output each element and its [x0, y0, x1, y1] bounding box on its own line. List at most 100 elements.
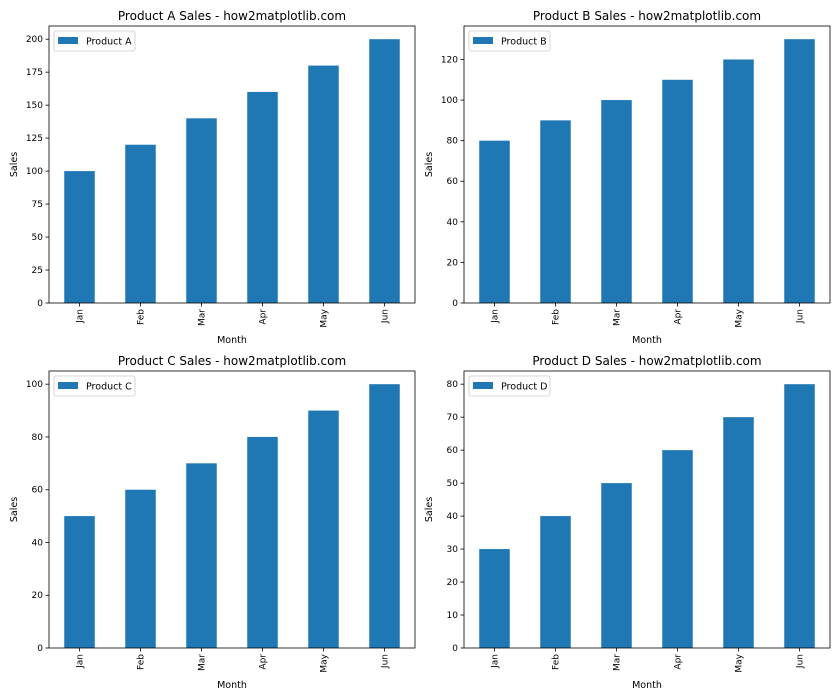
y-tick-label: 80 [447, 380, 459, 390]
y-tick-label: 0 [452, 299, 458, 309]
bar-jan [479, 140, 510, 303]
x-tick-label: Apr [259, 654, 269, 670]
y-tick-label: 20 [447, 578, 459, 588]
chart-title: Product B Sales - how2matplotlib.com [533, 9, 761, 23]
y-tick-label: 100 [26, 380, 43, 390]
bar-may [723, 417, 754, 648]
y-tick-label: 50 [447, 479, 459, 489]
bar-apr [662, 450, 693, 648]
subplot-c: 0 20 40 60 80 100 Jan Feb Mar Apr May Jun Product C … [9, 354, 416, 691]
bar-mar [601, 483, 632, 648]
legend-swatch [473, 382, 493, 389]
chart-title: Product C Sales - how2matplotlib.com [118, 354, 346, 368]
y-tick-label: 70 [447, 413, 459, 423]
axes-frame [463, 370, 831, 649]
bar-may [308, 65, 339, 303]
bar-jan [64, 171, 95, 303]
x-tick-label: Apr [674, 309, 684, 325]
chart-title: Product A Sales - how2matplotlib.com [118, 9, 346, 23]
x-tick-label: Mar [198, 309, 208, 326]
y-tick-label: 10 [447, 611, 459, 621]
y-tick-label: 80 [447, 137, 459, 147]
legend-swatch [58, 37, 78, 44]
y-tick-label: 125 [26, 134, 43, 144]
x-axis-label: Month [632, 680, 662, 691]
y-axis-label: Sales [9, 497, 20, 522]
y-axis-label: Sales [424, 497, 435, 522]
y-tick-label: 40 [32, 538, 44, 548]
y-tick-label: 100 [441, 96, 458, 106]
x-tick-label: Mar [613, 654, 623, 671]
bar-feb [540, 516, 571, 648]
bar-mar [186, 118, 217, 303]
x-tick-label: Jan [76, 654, 86, 669]
axes-frame [463, 25, 831, 304]
x-tick-label: Feb [552, 309, 562, 325]
x-axis-label: Month [217, 335, 247, 346]
bar-may [723, 59, 754, 303]
y-tick-label: 120 [441, 55, 458, 65]
subplot-a: 0 25 50 75 100 125 150 175 200 Jan Feb Mar Apr May Jun… [9, 9, 416, 346]
x-tick-label: Feb [137, 654, 147, 670]
y-tick-label: 60 [447, 446, 459, 456]
x-tick-label: Apr [259, 309, 269, 325]
y-tick-label: 40 [447, 512, 459, 522]
axes-frame [48, 370, 416, 649]
y-tick-label: 20 [32, 591, 44, 601]
bar-jan [479, 549, 510, 648]
x-tick-label: Jan [491, 309, 501, 324]
y-tick-label: 20 [447, 258, 459, 268]
y-tick-label: 175 [26, 68, 43, 78]
x-tick-label: Mar [613, 309, 623, 326]
y-tick-label: 60 [32, 486, 44, 496]
legend: Product C [53, 375, 136, 397]
x-axis-label: Month [217, 680, 247, 691]
x-tick-label: Feb [552, 654, 562, 670]
x-tick-label: Apr [674, 654, 684, 670]
y-tick-label: 80 [32, 433, 44, 443]
bar-jun [784, 384, 815, 648]
bar-jan [64, 516, 95, 648]
x-tick-label: Feb [137, 309, 147, 325]
bar-mar [601, 100, 632, 303]
y-tick-label: 25 [32, 266, 43, 276]
x-tick-label: May [320, 308, 330, 327]
bar-jun [784, 39, 815, 303]
x-tick-label: May [320, 653, 330, 672]
legend-label: Product C [86, 382, 132, 393]
x-tick-label: Mar [198, 654, 208, 671]
y-tick-label: 0 [452, 644, 458, 654]
bar-feb [125, 489, 156, 648]
axes-frame [48, 25, 416, 304]
x-tick-label: May [735, 308, 745, 327]
y-tick-label: 50 [32, 233, 44, 243]
y-tick-label: 40 [447, 218, 459, 228]
legend-swatch [473, 37, 493, 44]
y-tick-label: 75 [32, 200, 43, 210]
chart-title: Product D Sales - how2matplotlib.com [532, 354, 761, 368]
y-tick-label: 60 [447, 177, 459, 187]
subplot-b: 0 20 40 60 80 100 120 Jan Feb Mar Apr May Jun Product… [424, 9, 831, 346]
legend: Product A [53, 30, 136, 52]
bar-mar [186, 463, 217, 648]
x-tick-label: Jun [796, 654, 806, 669]
legend: Product D [468, 375, 551, 397]
x-tick-label: Jan [76, 309, 86, 324]
y-tick-label: 100 [26, 167, 43, 177]
y-tick-label: 150 [26, 101, 43, 111]
x-tick-label: Jun [796, 309, 806, 324]
bar-apr [247, 91, 278, 303]
legend-label: Product B [501, 37, 547, 48]
legend-swatch [58, 382, 78, 389]
bar-may [308, 410, 339, 648]
x-tick-label: May [735, 653, 745, 672]
x-tick-label: Jan [491, 654, 501, 669]
x-tick-label: Jun [381, 654, 391, 669]
x-tick-label: Jun [381, 309, 391, 324]
bar-apr [662, 79, 693, 304]
bar-apr [247, 436, 278, 648]
legend: Product B [468, 30, 551, 52]
y-tick-label: 30 [447, 545, 459, 555]
y-tick-label: 0 [37, 299, 43, 309]
legend-label: Product D [501, 382, 547, 393]
